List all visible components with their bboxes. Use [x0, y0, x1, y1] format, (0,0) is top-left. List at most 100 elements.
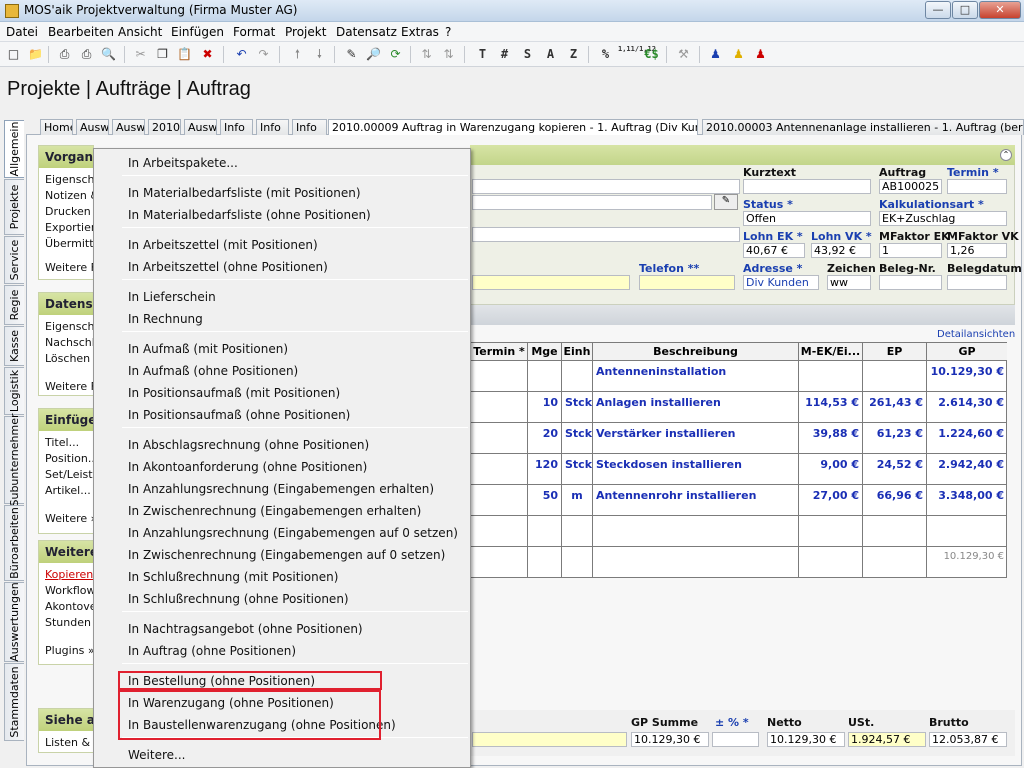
user-yellow-icon[interactable]: ♟ — [728, 44, 749, 65]
kunde-field[interactable] — [472, 195, 712, 210]
grid-cell-gp[interactable]: 2.942,40 € — [927, 454, 1007, 485]
grid-cell-mge[interactable] — [528, 516, 562, 547]
sidebar-link[interactable]: Titel... — [39, 435, 93, 451]
sidebar-link[interactable]: Artikel... — [39, 483, 93, 499]
beleg-nr-field[interactable] — [879, 275, 942, 290]
find-icon[interactable]: 🔎 — [363, 44, 384, 65]
auftrag-field[interactable]: AB100025 — [879, 179, 942, 194]
grid-cell-mge[interactable] — [528, 361, 562, 392]
doc-tab[interactable]: Ausw — [112, 119, 145, 135]
bemerkung-field[interactable] — [472, 732, 627, 747]
cut-icon[interactable]: ✂ — [130, 44, 151, 65]
sidebar-link[interactable]: Plugins » — [39, 643, 93, 659]
toolbar-z[interactable]: Z — [563, 44, 584, 65]
col-header-termin[interactable]: Termin * — [471, 343, 528, 361]
menu-item-14[interactable]: In Zwischenrechnung (Eingabemengen erhal… — [96, 500, 468, 522]
doc-tab-active[interactable]: 2010.00009 Auftrag in Warenzugang kopier… — [328, 119, 698, 135]
menu-item-1[interactable]: In Materialbedarfsliste (mit Positionen) — [96, 182, 468, 204]
belegdatum-field[interactable] — [947, 275, 1007, 290]
grid-cell-mge[interactable]: 20 — [528, 423, 562, 454]
sidebar-link[interactable]: Akontover — [39, 599, 93, 615]
kurztext-field[interactable] — [743, 179, 871, 194]
toolbar-hash[interactable]: # — [494, 44, 515, 65]
print-preview-icon[interactable]: 🔍 — [98, 44, 119, 65]
grid-cell-gp[interactable]: 2.614,30 € — [927, 392, 1007, 423]
sidebar-link[interactable]: Drucken & — [39, 204, 93, 220]
mfaktor-ek-field[interactable]: 1 — [879, 243, 942, 258]
col-header-ep[interactable]: EP — [863, 343, 927, 361]
sidebar-link[interactable]: Listen & St — [39, 735, 93, 751]
menu-help[interactable]: ? — [445, 25, 451, 39]
menu-item-16[interactable]: In Zwischenrechnung (Eingabemengen auf 0… — [96, 544, 468, 566]
grid-cell-einh[interactable] — [562, 361, 593, 392]
menu-item-15[interactable]: In Anzahlungsrechnung (Eingabemengen auf… — [96, 522, 468, 544]
signature-icon[interactable]: ✎ — [714, 194, 738, 210]
grid-cell-einh[interactable]: Stck — [562, 392, 593, 423]
menu-item-18[interactable]: In Schlußrechnung (ohne Positionen) — [96, 588, 468, 610]
grid-cell-einh[interactable] — [562, 547, 593, 578]
grid-cell-mek[interactable]: 9,00 € — [799, 454, 863, 485]
zeichen-field[interactable]: ww — [827, 275, 871, 290]
sort-za-icon[interactable]: ⇅ — [438, 44, 459, 65]
delete-icon[interactable]: ✖ — [197, 44, 218, 65]
grid-cell-mge[interactable] — [528, 547, 562, 578]
grid-cell-gp[interactable]: 10.129,30 € — [927, 547, 1007, 578]
gp-summe-field[interactable]: 10.129,30 € — [631, 732, 709, 747]
doc-tab[interactable]: Ausw — [184, 119, 217, 135]
grid-cell-desc[interactable]: Antenneninstallation — [593, 361, 799, 392]
grid-cell-gp[interactable]: 10.129,30 € — [927, 361, 1007, 392]
menu-item-5[interactable]: In Lieferschein — [96, 286, 468, 308]
vtab-bueroarbeiten[interactable]: Büroarbeiten — [4, 505, 24, 581]
grid-cell-desc[interactable]: Anlagen installieren — [593, 392, 799, 423]
telefon-field[interactable] — [639, 275, 735, 290]
brutto-field[interactable]: 12.053,87 € — [929, 732, 1007, 747]
doc-tab[interactable]: Info — [220, 119, 253, 135]
menu-item-0[interactable]: In Arbeitspakete... — [96, 152, 468, 174]
anschrift-field[interactable] — [472, 227, 740, 242]
grid-cell-termin[interactable] — [471, 516, 528, 547]
grid-cell-einh[interactable]: Stck — [562, 454, 593, 485]
vtab-allgemein[interactable]: Allgemein — [4, 120, 24, 178]
menu-einfuegen[interactable]: Einfügen — [171, 25, 224, 39]
sidebar-link[interactable]: Workflow — [39, 583, 93, 599]
grid-cell-mge[interactable]: 120 — [528, 454, 562, 485]
grid-cell-desc[interactable] — [593, 547, 799, 578]
sidebar-link-kopieren[interactable]: Kopieren » — [39, 567, 93, 583]
maximize-button[interactable]: □ — [952, 1, 978, 19]
vtab-projekte[interactable]: Projekte — [4, 179, 24, 235]
doc-tab-other[interactable]: 2010.00003 Antennenanlage installieren -… — [702, 119, 1024, 135]
col-header-mek[interactable]: M-EK/Ei... — [799, 343, 863, 361]
grid-cell-ep[interactable] — [863, 516, 927, 547]
menu-item-9[interactable]: In Positionsaufmaß (mit Positionen) — [96, 382, 468, 404]
toolbar-t[interactable]: T — [472, 44, 493, 65]
netto-field[interactable]: 10.129,30 € — [767, 732, 845, 747]
sidebar-link[interactable]: Löschen — [39, 351, 93, 367]
sidebar-link[interactable]: Übermittel — [39, 236, 93, 252]
mfaktor-vk-field[interactable]: 1,26 — [947, 243, 1007, 258]
close-button[interactable]: ✕ — [979, 1, 1021, 19]
grid-cell-mek[interactable]: 114,53 € — [799, 392, 863, 423]
menu-item-10[interactable]: In Positionsaufmaß (ohne Positionen) — [96, 404, 468, 426]
grid-cell-einh[interactable] — [562, 516, 593, 547]
ansprechpartner-field[interactable] — [472, 275, 630, 290]
vtab-kasse[interactable]: Kasse — [4, 326, 24, 366]
undo-icon[interactable]: ↶ — [231, 44, 252, 65]
redo-icon[interactable]: ↷ — [253, 44, 274, 65]
col-header-einh[interactable]: Einh — [562, 343, 593, 361]
menu-item-20[interactable]: In Auftrag (ohne Positionen) — [96, 640, 468, 662]
vtab-subunternehmer[interactable]: Subunternehmer — [4, 413, 24, 507]
grid-cell-mek[interactable] — [799, 516, 863, 547]
termin-field[interactable] — [947, 179, 1007, 194]
user-red-icon[interactable]: ♟ — [750, 44, 771, 65]
move-up-icon[interactable]: 🠕 — [287, 44, 308, 65]
refresh-icon[interactable]: ⟳ — [385, 44, 406, 65]
doc-tab[interactable]: 2010 — [148, 119, 181, 135]
grid-cell-termin[interactable] — [471, 361, 528, 392]
vtab-service[interactable]: Service — [4, 236, 24, 284]
kalkulationsart-field[interactable]: EK+Zuschlag — [879, 211, 1007, 226]
move-down-icon[interactable]: 🠗 — [309, 44, 330, 65]
paste-icon[interactable]: 📋 — [174, 44, 195, 65]
sidebar-link[interactable]: Nachschla — [39, 335, 93, 351]
grid-cell-mek[interactable]: 39,88 € — [799, 423, 863, 454]
menu-item-24[interactable]: Weitere... — [96, 744, 468, 766]
